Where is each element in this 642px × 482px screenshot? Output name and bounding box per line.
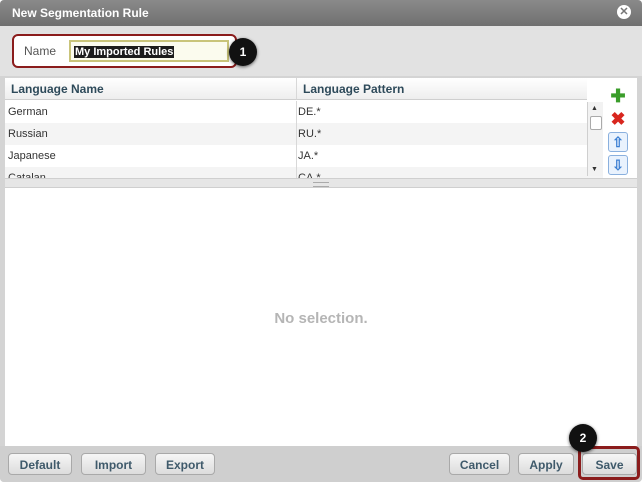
language-table: Language Name Language Pattern German DE… — [5, 78, 603, 178]
scroll-down-icon[interactable]: ▼ — [591, 166, 598, 173]
default-button[interactable]: Default — [8, 453, 72, 475]
close-icon[interactable]: ✕ — [617, 5, 631, 19]
move-up-icon[interactable]: ⇧ — [608, 132, 628, 152]
grip-icon — [313, 182, 329, 187]
name-input[interactable]: My Imported Rules — [69, 40, 229, 62]
name-label: Name — [24, 44, 57, 58]
language-pattern-cell: JA.* — [298, 150, 319, 162]
scroll-up-icon[interactable]: ▲ — [591, 105, 598, 112]
column-header-language-name[interactable]: Language Name — [5, 78, 296, 100]
language-name-cell: Catalan — [8, 172, 46, 178]
move-down-icon[interactable]: ⇩ — [608, 155, 628, 175]
segmentation-rule-dialog: New Segmentation Rule ✕ Name My Imported… — [0, 0, 642, 482]
table-scrollbar[interactable]: ▲ ▼ — [587, 102, 603, 176]
callout-badge-2: 2 — [569, 424, 597, 452]
table-row[interactable]: German DE.* — [5, 101, 603, 123]
scroll-thumb[interactable] — [590, 116, 602, 130]
table-row[interactable]: Japanese JA.* — [5, 145, 603, 167]
language-name-cell: German — [8, 106, 48, 118]
title-bar: New Segmentation Rule ✕ — [0, 0, 642, 26]
import-button[interactable]: Import — [81, 453, 146, 475]
callout-badge-1: 1 — [229, 38, 257, 66]
add-icon[interactable]: ✚ — [608, 86, 628, 106]
apply-button[interactable]: Apply — [518, 453, 574, 475]
cancel-button[interactable]: Cancel — [449, 453, 510, 475]
split-handle[interactable] — [5, 178, 637, 188]
language-pattern-cell: CA.* — [298, 172, 321, 178]
language-pattern-cell: RU.* — [298, 128, 322, 140]
language-pattern-cell: DE.* — [298, 106, 321, 118]
language-name-cell: Japanese — [8, 150, 56, 162]
empty-detail-text: No selection. — [274, 310, 368, 327]
export-button[interactable]: Export — [155, 453, 215, 475]
language-name-cell: Russian — [8, 128, 48, 140]
rules-panel: Language Name Language Pattern German DE… — [5, 78, 637, 446]
row-toolbar: ✚ ✖ ⇧ ⇩ — [608, 86, 630, 178]
table-row[interactable]: Russian RU.* — [5, 123, 603, 145]
column-header-language-pattern[interactable]: Language Pattern — [296, 78, 587, 100]
dialog-title: New Segmentation Rule — [12, 6, 149, 20]
table-row[interactable]: Catalan CA.* — [5, 167, 603, 178]
remove-icon[interactable]: ✖ — [608, 109, 628, 129]
name-input-value: My Imported Rules — [74, 46, 175, 58]
